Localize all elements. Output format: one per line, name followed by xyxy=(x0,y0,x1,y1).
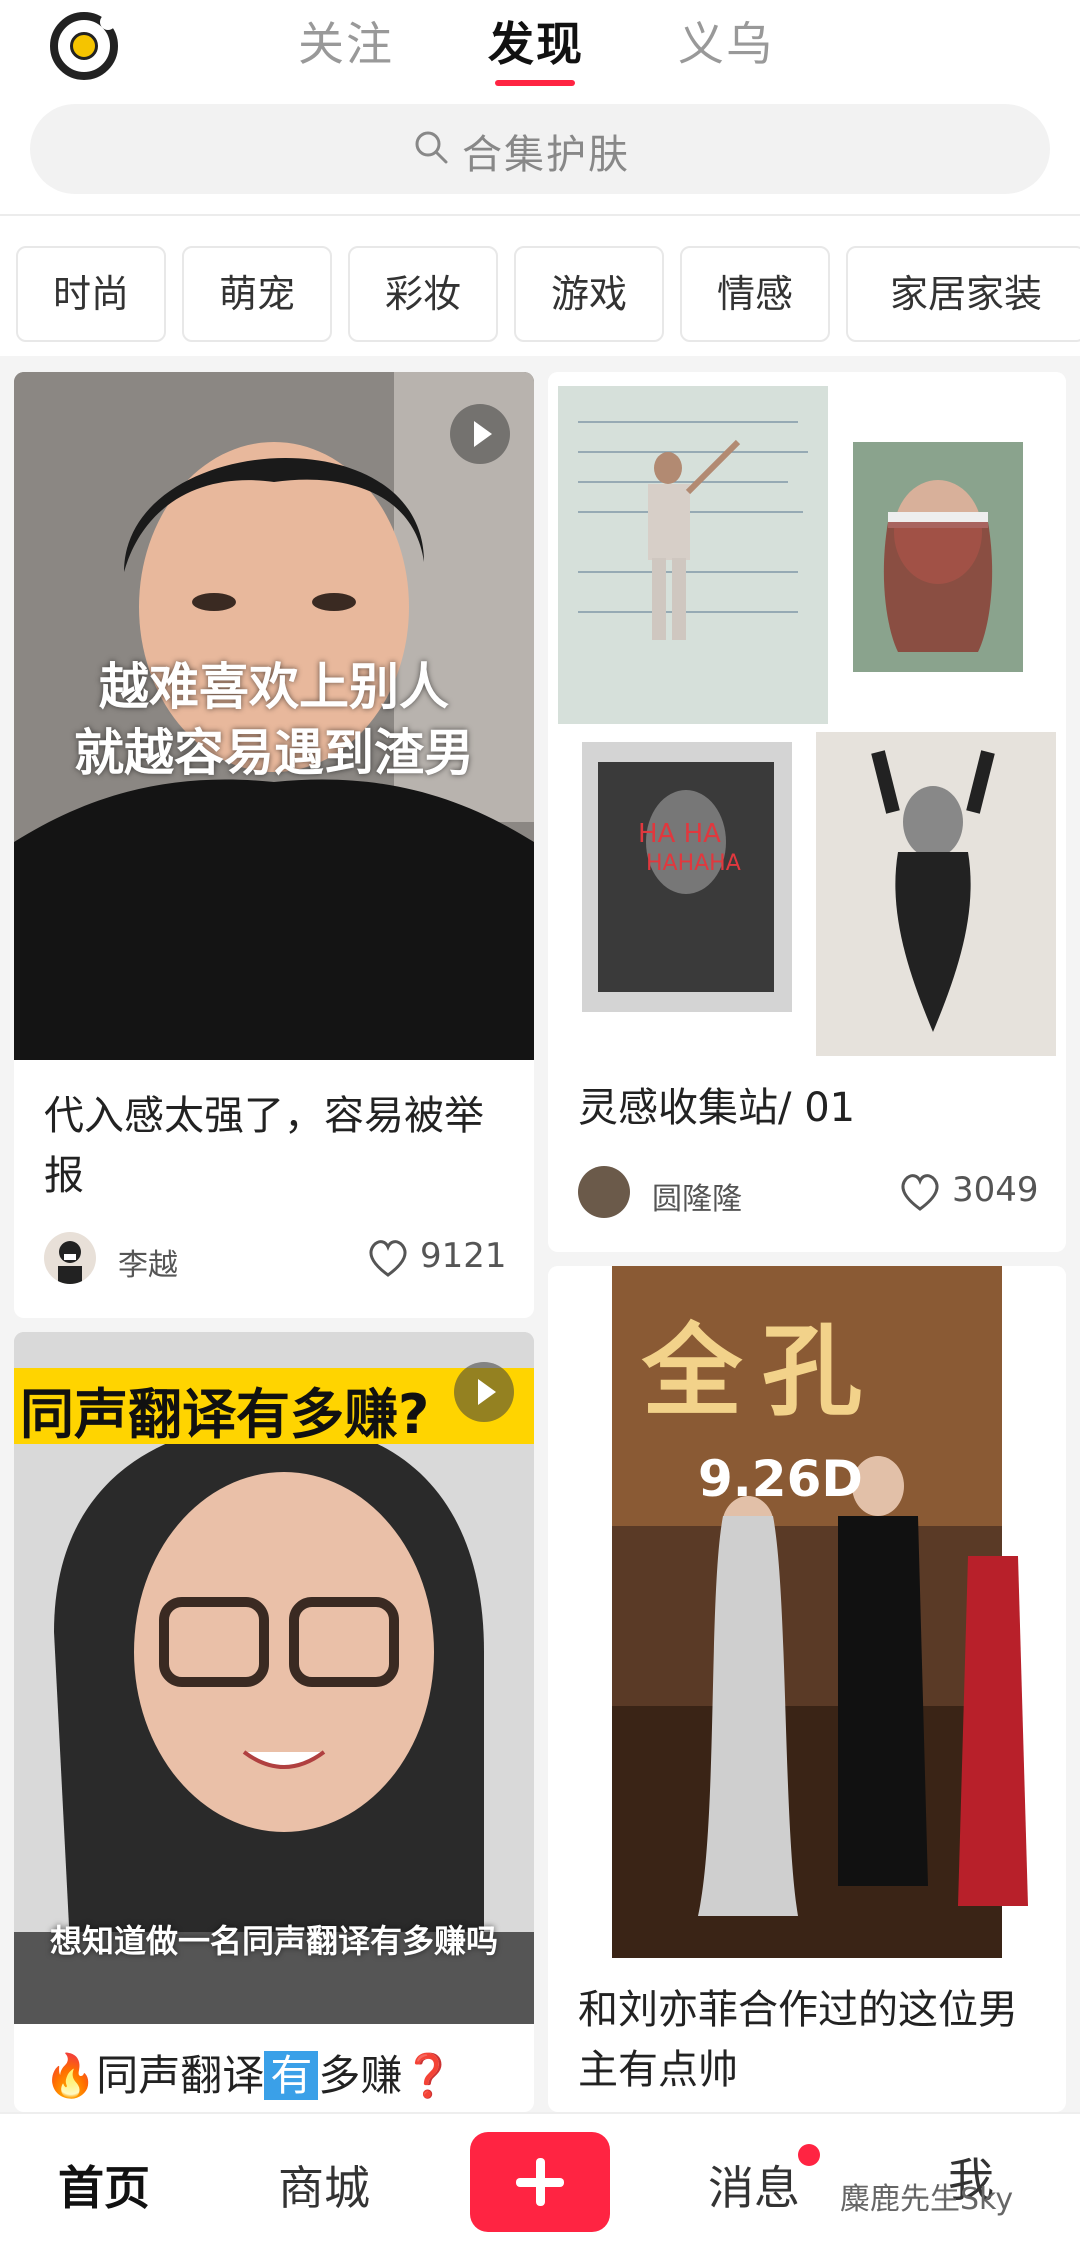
watermark-text: 麋鹿先生Sky xyxy=(840,2182,1014,2217)
top-header: 关注 发现 义乌 合集护肤 xyxy=(0,0,1080,214)
feed-card[interactable]: HA HA HAHAHA 灵感收集站/ 01 圆隆隆 3049 xyxy=(548,372,1066,1252)
nav-messages[interactable]: 消息 xyxy=(708,2152,800,2218)
question-icon: ❓ xyxy=(402,2051,455,2100)
avatar[interactable] xyxy=(578,1166,630,1218)
card-cover-image: 越难喜欢上别人 就越容易遇到渣男 xyxy=(14,372,534,1060)
art-collage-illustration: HA HA HAHAHA xyxy=(558,386,1056,1056)
chip-fashion[interactable]: 时尚 xyxy=(16,246,166,342)
feed-card[interactable]: 越难喜欢上别人 就越容易遇到渣男 代入感太强了，容易被举报 李越 9121 xyxy=(14,372,534,1318)
poster-title-text: 全孔 xyxy=(642,1313,882,1430)
card-title: 代入感太强了，容易被举报 xyxy=(44,1093,484,1199)
card-title: 灵感收集站/ 01 xyxy=(578,1085,856,1131)
heart-icon[interactable] xyxy=(898,1172,942,1212)
nav-home[interactable]: 首页 xyxy=(58,2152,150,2218)
top-tabs: 关注 发现 义乌 xyxy=(0,8,1080,88)
card-cover-image: HA HA HAHAHA xyxy=(548,372,1066,1062)
svg-text:HAHAHA: HAHAHA xyxy=(646,851,741,876)
bottom-nav: 首页 商城 消息 我 麋鹿先生Sky xyxy=(0,2112,1080,2249)
search-bar[interactable]: 合集护肤 xyxy=(30,104,1050,194)
author-name[interactable]: 李越 xyxy=(118,1240,178,1284)
cover-overlay-text: 越难喜欢上别人 就越容易遇到渣男 xyxy=(74,658,474,782)
feed-card[interactable]: 同声翻译有多赚? 想知道做一名同声翻译有多赚吗 🔥同声翻译有多赚❓ xyxy=(14,1332,534,2112)
author-name[interactable]: 圆隆隆 xyxy=(652,1174,742,1218)
chip-games[interactable]: 游戏 xyxy=(514,246,664,342)
poster-date-text: 9.26D xyxy=(698,1450,863,1508)
card-title: 和刘亦菲合作过的这位男主有点帅 xyxy=(578,1987,1018,2093)
category-chips: 时尚 萌宠 彩妆 游戏 情感 家居家装 xyxy=(0,216,1080,356)
svg-text:HA HA: HA HA xyxy=(638,819,721,849)
notification-dot xyxy=(798,2144,820,2166)
search-icon xyxy=(415,131,448,164)
tab-follow[interactable]: 关注 xyxy=(298,8,394,74)
tab-local[interactable]: 义乌 xyxy=(678,8,774,74)
cover-caption-text: 想知道做一名同声翻译有多赚吗 xyxy=(49,1922,498,1960)
tab-discover[interactable]: 发现 xyxy=(488,8,584,74)
cover-banner-text: 同声翻译有多赚? xyxy=(20,1383,430,1446)
card-cover-image: 同声翻译有多赚? 想知道做一名同声翻译有多赚吗 xyxy=(14,1332,534,2024)
chip-emotion[interactable]: 情感 xyxy=(680,246,830,342)
chip-makeup[interactable]: 彩妆 xyxy=(348,246,498,342)
like-count: 3049 xyxy=(952,1170,1039,1210)
fire-icon: 🔥 xyxy=(44,2051,97,2100)
feed-card[interactable]: 全孔 9.26D 和刘亦菲合作过的这位男主有点帅 xyxy=(548,1266,1066,2112)
play-icon xyxy=(454,1362,514,1422)
chip-pets[interactable]: 萌宠 xyxy=(182,246,332,342)
nav-mall[interactable]: 商城 xyxy=(278,2152,370,2218)
play-icon xyxy=(450,404,510,464)
card-title: 🔥同声翻译有多赚❓ xyxy=(44,2051,455,2100)
publish-button[interactable] xyxy=(470,2132,610,2232)
chip-home-decor[interactable]: 家居家装 xyxy=(846,246,1080,342)
avatar[interactable] xyxy=(44,1232,96,1284)
card-cover-image: 全孔 9.26D xyxy=(548,1266,1066,1958)
active-tab-indicator xyxy=(495,80,575,86)
like-count: 9121 xyxy=(420,1236,507,1276)
heart-icon[interactable] xyxy=(366,1238,410,1278)
search-placeholder: 合集护肤 xyxy=(462,132,630,178)
